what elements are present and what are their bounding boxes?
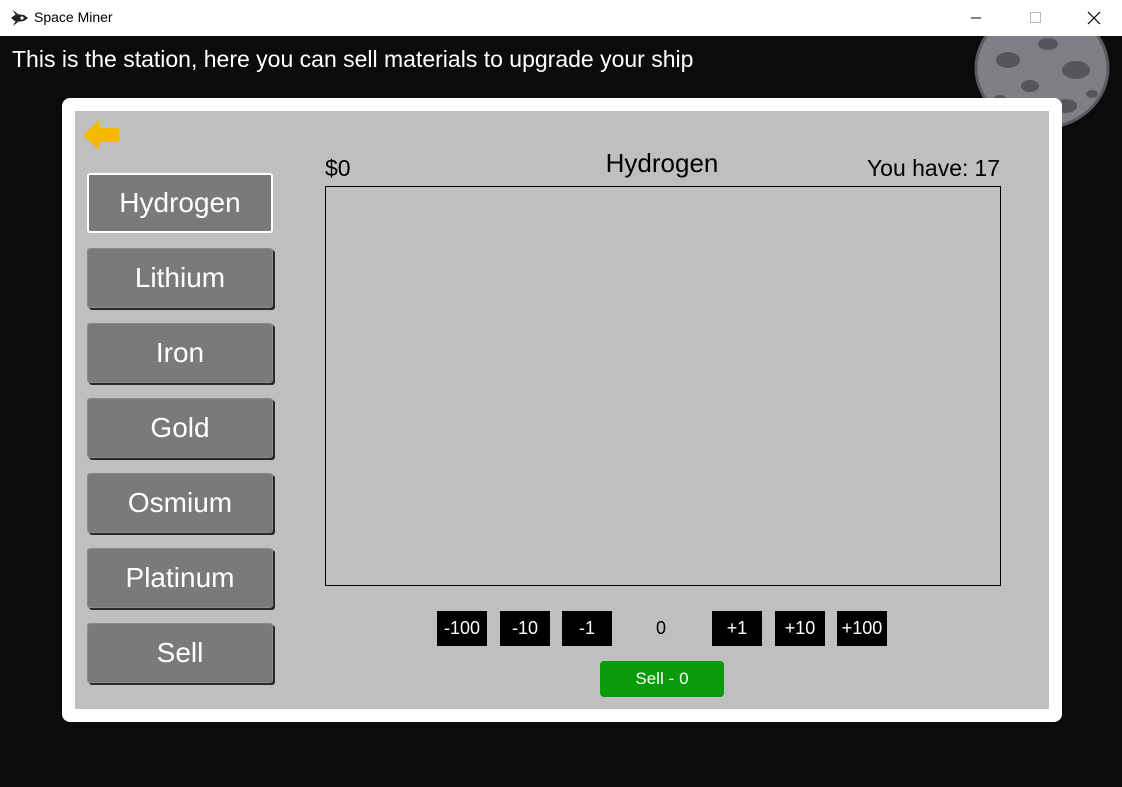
- sell-button[interactable]: Sell -0: [600, 661, 724, 697]
- material-button-lithium[interactable]: Lithium: [87, 248, 273, 308]
- material-button-hydrogen[interactable]: Hydrogen: [87, 173, 273, 233]
- maximize-icon: [1030, 12, 1041, 23]
- inventory-value: 17: [974, 155, 1000, 181]
- station-inner-panel: Hydrogen Lithium Iron Gold Osmium Platin…: [75, 111, 1049, 709]
- station-panel: Hydrogen Lithium Iron Gold Osmium Platin…: [62, 98, 1062, 722]
- decrease-10-button[interactable]: -10: [500, 611, 550, 646]
- back-arrow-icon[interactable]: [81, 117, 123, 153]
- increase-100-button[interactable]: +100: [837, 611, 887, 646]
- close-button[interactable]: [1071, 0, 1117, 36]
- material-button-sell[interactable]: Sell: [87, 623, 273, 683]
- material-button-iron[interactable]: Iron: [87, 323, 273, 383]
- decrease-100-button[interactable]: -100: [437, 611, 487, 646]
- close-icon: [1087, 11, 1101, 25]
- quantity-value: 0: [655, 618, 666, 638]
- material-button-platinum[interactable]: Platinum: [87, 548, 273, 608]
- decrease-1-button[interactable]: -1: [562, 611, 612, 646]
- minimize-icon: [971, 17, 981, 19]
- price-graph: [325, 186, 1001, 586]
- increase-10-button[interactable]: +10: [775, 611, 825, 646]
- sell-label: Sell -: [635, 669, 675, 688]
- minimize-button[interactable]: [953, 0, 999, 36]
- material-button-gold[interactable]: Gold: [87, 398, 273, 458]
- increase-1-button[interactable]: +1: [712, 611, 762, 646]
- window-title: Space Miner: [34, 9, 113, 25]
- money-display: $0: [325, 155, 351, 181]
- station-banner: This is the station, here you can sell m…: [12, 46, 694, 72]
- title-bar: Space Miner: [0, 0, 1122, 36]
- material-title: Hydrogen: [605, 148, 719, 178]
- spaceship-icon: [11, 10, 28, 26]
- sell-count: 0: [679, 669, 689, 688]
- material-button-osmium[interactable]: Osmium: [87, 473, 273, 533]
- maximize-button[interactable]: [1012, 0, 1058, 36]
- game-canvas: This is the station, here you can sell m…: [0, 36, 1122, 787]
- inventory-count: You have: 17: [867, 155, 1000, 182]
- inventory-label: You have:: [866, 155, 969, 181]
